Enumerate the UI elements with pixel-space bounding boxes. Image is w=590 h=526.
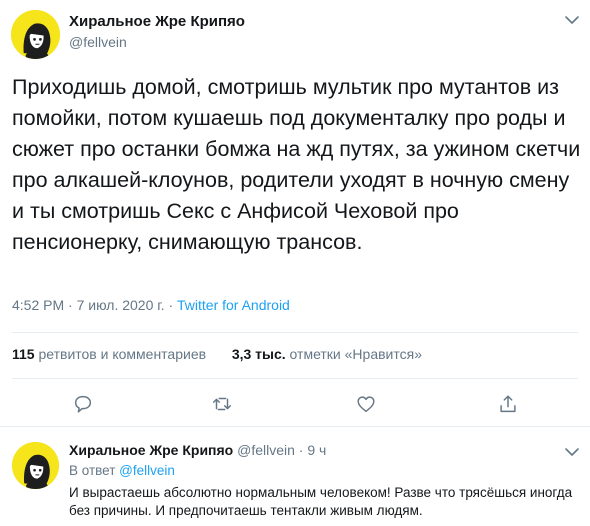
- avatar[interactable]: [11, 10, 60, 59]
- avatar-drawing: [12, 442, 59, 489]
- comment-icon: [74, 395, 92, 413]
- tweet-text: Приходишь домой, смотришь мультик про му…: [12, 75, 581, 254]
- reply-author-name[interactable]: Хиральное Жре Крипяо: [69, 442, 233, 458]
- tweet-source-link[interactable]: Twitter for Android: [177, 297, 290, 313]
- like-button[interactable]: [355, 393, 377, 415]
- meta-separator: ·: [64, 297, 77, 313]
- in-reply-prefix: В ответ: [69, 463, 120, 478]
- main-tweet: Хиральное Жре Крипяо @fellvein Приходишь…: [0, 0, 590, 426]
- tweet-time[interactable]: 4:52 PM: [12, 297, 64, 313]
- reply-header: Хиральное Жре Крипяо @fellvein · 9 ч: [69, 442, 326, 458]
- tweet-meta: 4:52 PM · 7 июл. 2020 г. · Twitter for A…: [12, 297, 290, 313]
- reply-text: И вырастаешь абсолютно нормальным челове…: [69, 485, 573, 518]
- author-handle[interactable]: @fellvein: [69, 34, 127, 50]
- chevron-down-icon[interactable]: [564, 446, 580, 458]
- share-button[interactable]: [497, 393, 519, 415]
- reply-separator: ·: [294, 442, 308, 458]
- retweets-stat[interactable]: 115 ретвитов и комментариев: [12, 346, 206, 362]
- retweets-label: ретвитов и комментариев: [34, 346, 207, 362]
- meta-separator: ·: [164, 297, 178, 313]
- likes-stat[interactable]: 3,3 тыс. отметки «Нравится»: [232, 346, 422, 362]
- likes-label: отметки «Нравится»: [285, 346, 422, 362]
- chevron-down-icon[interactable]: [564, 14, 580, 26]
- reply-button[interactable]: [72, 393, 94, 415]
- reply-tweet[interactable]: Хиральное Жре Крипяо @fellvein · 9 ч В о…: [0, 426, 590, 526]
- divider: [12, 378, 578, 379]
- retweets-count: 115: [12, 346, 35, 362]
- share-icon: [500, 395, 516, 413]
- reply-avatar[interactable]: [12, 442, 59, 489]
- reply-author-handle[interactable]: @fellvein: [237, 442, 295, 458]
- in-reply-mention-link[interactable]: @fellvein: [119, 463, 175, 478]
- retweet-button[interactable]: [211, 393, 233, 415]
- tweet-stats: 115 ретвитов и комментариев 3,3 тыс. отм…: [12, 346, 422, 362]
- heart-icon: [357, 396, 375, 413]
- divider: [12, 332, 578, 333]
- retweet-icon: [213, 397, 231, 411]
- avatar-drawing: [11, 10, 60, 59]
- in-reply-to: В ответ @fellvein: [69, 463, 175, 478]
- reply-age[interactable]: 9 ч: [307, 442, 326, 458]
- tweet-date[interactable]: 7 июл. 2020 г.: [77, 297, 165, 313]
- author-name[interactable]: Хиральное Жре Крипяо: [69, 13, 245, 30]
- likes-count: 3,3 тыс.: [231, 346, 286, 362]
